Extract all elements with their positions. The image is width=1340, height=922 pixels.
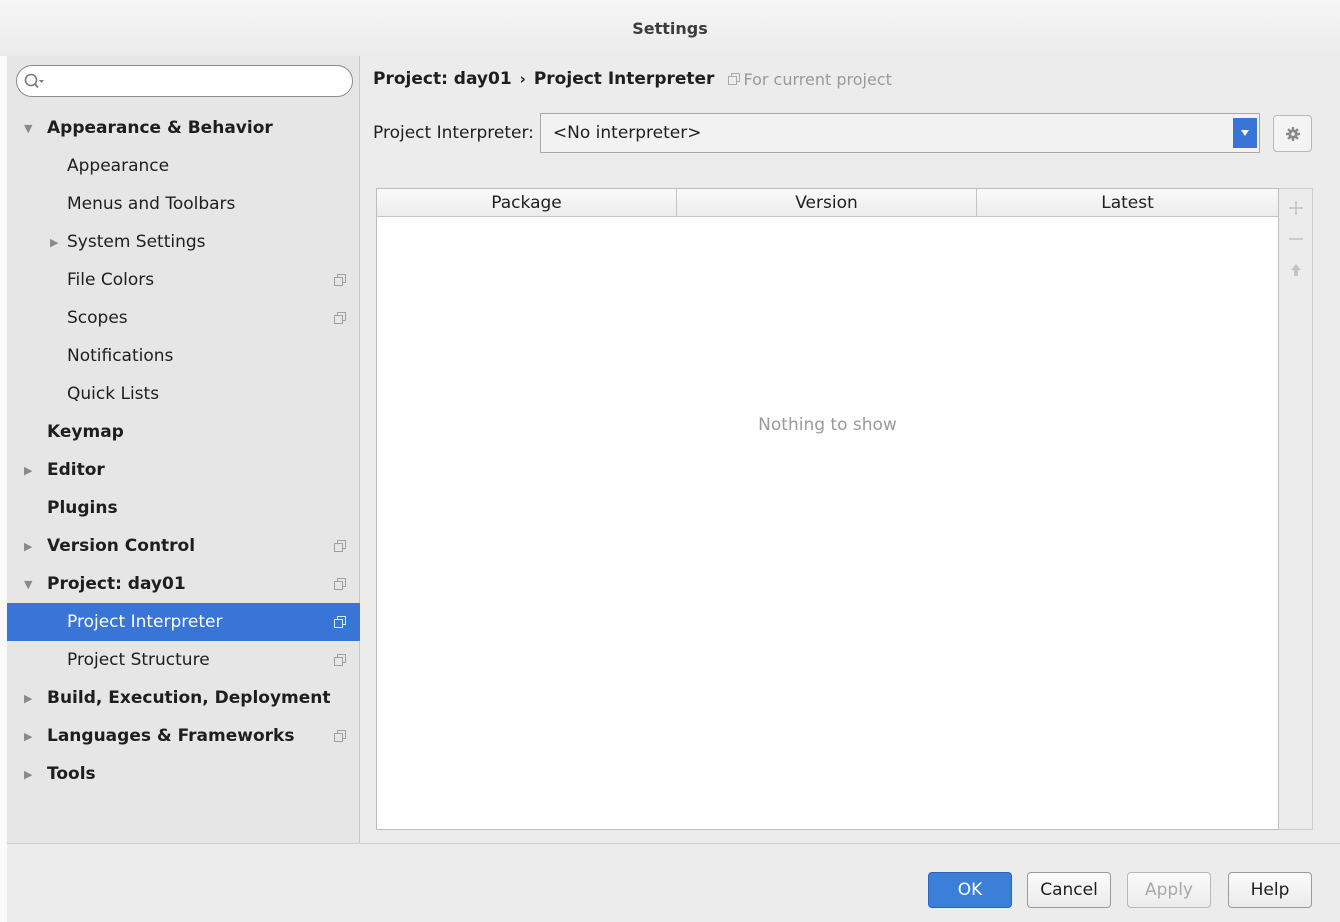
sidebar-item-label: Tools	[47, 764, 96, 784]
cancel-button[interactable]: Cancel	[1027, 872, 1111, 908]
content-panel: Project: day01 › Project Interpreter For…	[361, 56, 1340, 843]
breadcrumb-project: Project: day01	[373, 69, 512, 89]
remove-icon[interactable]	[1287, 230, 1305, 248]
apply-button[interactable]: Apply	[1127, 872, 1211, 908]
column-header-version[interactable]: Version	[677, 189, 977, 216]
interpreter-select[interactable]: <No interpreter>	[539, 113, 1260, 153]
sidebar-item-languages-frameworks[interactable]: ▶ Languages & Frameworks	[7, 717, 360, 755]
copy-icon	[334, 578, 346, 590]
expand-right-icon[interactable]: ▶	[24, 540, 32, 553]
sidebar-item-appearance-behavior[interactable]: ▼ Appearance & Behavior	[7, 109, 360, 147]
sidebar-item-project-structure[interactable]: Project Structure	[7, 641, 360, 679]
interpreter-row: Project Interpreter: <No interpreter>	[373, 113, 1260, 153]
sidebar-item-label: Version Control	[47, 536, 196, 556]
sidebar-item-build-execution-deployment[interactable]: ▶ Build, Execution, Deployment	[7, 679, 360, 717]
window-title: Settings	[632, 18, 708, 38]
settings-tree: ▼ Appearance & Behavior Appearance Menus an…	[7, 109, 360, 793]
breadcrumb-page: Project Interpreter	[533, 69, 715, 89]
copy-icon	[728, 73, 741, 85]
sidebar-item-label: File Colors	[67, 270, 155, 290]
sidebar-item-appearance[interactable]: Appearance	[7, 147, 360, 185]
copy-icon	[334, 730, 346, 742]
help-button[interactable]: Help	[1228, 872, 1312, 908]
search-input[interactable]	[16, 65, 353, 97]
sidebar-item-label: Editor	[47, 460, 105, 480]
sidebar-item-label: Quick Lists	[67, 384, 160, 404]
expand-down-icon[interactable]: ▼	[24, 122, 32, 135]
settings-sidebar: ▼ Appearance & Behavior Appearance Menus an…	[7, 56, 360, 843]
sidebar-item-label: Appearance	[67, 156, 170, 176]
chevron-down-icon	[1240, 130, 1249, 136]
sidebar-item-system-settings[interactable]: ▶ System Settings	[7, 223, 360, 261]
packages-table[interactable]: Package Version Latest Nothing to show	[376, 188, 1279, 830]
expand-right-icon[interactable]: ▶	[24, 730, 32, 743]
sidebar-item-label: Keymap	[47, 422, 124, 442]
dialog-footer: OK Cancel Apply Help	[7, 843, 1340, 922]
sidebar-item-tools[interactable]: ▶ Tools	[7, 755, 360, 793]
sidebar-item-menus-and-toolbars[interactable]: Menus and Toolbars	[7, 185, 360, 223]
gear-icon	[1285, 126, 1300, 141]
sidebar-item-version-control[interactable]: ▶ Version Control	[7, 527, 360, 565]
expand-right-icon[interactable]: ▶	[24, 692, 32, 705]
column-header-package[interactable]: Package	[377, 189, 677, 216]
sidebar-item-label: Menus and Toolbars	[67, 194, 236, 214]
breadcrumb-scope: For current project	[743, 69, 892, 89]
window-edge	[0, 56, 7, 922]
interpreter-label: Project Interpreter:	[373, 123, 534, 143]
sidebar-item-label: Notifications	[67, 346, 174, 366]
sidebar-item-scopes[interactable]: Scopes	[7, 299, 360, 337]
sidebar-item-label: Plugins	[47, 498, 118, 518]
empty-state-text: Nothing to show	[758, 415, 897, 435]
sidebar-item-label: Build, Execution, Deployment	[47, 688, 331, 708]
sidebar-item-label: Project Interpreter	[67, 612, 223, 632]
sidebar-item-editor[interactable]: ▶ Editor	[7, 451, 360, 489]
sidebar-item-label: Project Structure	[67, 650, 210, 670]
table-header: Package Version Latest	[377, 189, 1278, 217]
interpreter-value: <No interpreter>	[552, 123, 702, 143]
sidebar-item-label: System Settings	[67, 232, 206, 252]
add-icon[interactable]	[1287, 199, 1305, 217]
sidebar-item-notifications[interactable]: Notifications	[7, 337, 360, 375]
search-icon[interactable]	[23, 72, 45, 92]
sidebar-item-label: Project: day01	[47, 574, 186, 594]
sidebar-item-quick-lists[interactable]: Quick Lists	[7, 375, 360, 413]
sidebar-item-label: Scopes	[67, 308, 128, 328]
expand-down-icon[interactable]: ▼	[24, 578, 32, 591]
copy-icon	[334, 616, 346, 628]
breadcrumb-separator: ›	[519, 70, 526, 88]
column-header-latest[interactable]: Latest	[977, 189, 1278, 216]
expand-right-icon[interactable]: ▶	[50, 236, 58, 249]
breadcrumb: Project: day01 › Project Interpreter For…	[373, 69, 892, 89]
sidebar-item-project-interpreter[interactable]: Project Interpreter	[7, 603, 360, 641]
table-toolbar	[1279, 188, 1313, 830]
sidebar-item-file-colors[interactable]: File Colors	[7, 261, 360, 299]
upgrade-icon[interactable]	[1287, 261, 1305, 279]
interpreter-settings-button[interactable]	[1273, 115, 1312, 152]
sidebar-item-keymap[interactable]: Keymap	[7, 413, 360, 451]
title-bar: Settings	[0, 0, 1340, 56]
dropdown-button[interactable]	[1232, 118, 1257, 148]
copy-icon	[334, 654, 346, 666]
expand-right-icon[interactable]: ▶	[24, 768, 32, 781]
sidebar-item-plugins[interactable]: Plugins	[7, 489, 360, 527]
sidebar-item-label: Languages & Frameworks	[47, 726, 295, 746]
copy-icon	[334, 274, 346, 286]
copy-icon	[334, 312, 346, 324]
ok-button[interactable]: OK	[928, 872, 1012, 908]
sidebar-item-label: Appearance & Behavior	[47, 118, 273, 138]
sidebar-item-project-day01[interactable]: ▼ Project: day01	[7, 565, 360, 603]
copy-icon	[334, 540, 346, 552]
expand-right-icon[interactable]: ▶	[24, 464, 32, 477]
